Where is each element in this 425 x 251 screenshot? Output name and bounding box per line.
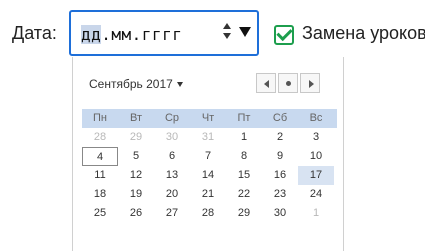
month-select-label: Сентябрь 2017 [89,77,173,91]
calendar-day[interactable]: 19 [118,185,154,204]
calendar-day[interactable]: 28 [190,204,226,223]
date-input-value: дд.мм.гггг [81,25,182,44]
calendar-day[interactable]: 30 [262,204,298,223]
calendar-week-row: 25 26 27 28 29 30 1 [82,204,337,223]
calendar-day[interactable]: 24 [298,185,334,204]
previous-month-button[interactable] [256,73,276,93]
weekday-header: Пт [237,112,251,124]
dot-icon [286,81,291,86]
calendar-day[interactable]: 25 [82,204,118,223]
calendar-day[interactable]: 1 [226,128,262,147]
calendar-day[interactable]: 11 [82,166,118,185]
calendar-day[interactable]: 6 [154,147,190,166]
weekday-header: Пн [93,112,107,124]
calendar-day[interactable]: 30 [154,128,190,147]
weekday-header: Вт [129,112,142,124]
calendar-day[interactable]: 8 [226,147,262,166]
chevron-down-icon [176,82,183,88]
date-input-day-segment[interactable]: дд [81,25,102,44]
calendar-day[interactable]: 9 [262,147,298,166]
calendar-popup: Сентябрь 2017 Пн Вт Ср Чт Пт Сб Вс 28 29… [72,57,344,251]
chevron-right-icon [309,80,314,88]
calendar-day[interactable]: 29 [226,204,262,223]
today-button[interactable] [278,73,298,93]
calendar-day[interactable]: 21 [190,185,226,204]
spin-down-icon[interactable] [223,33,231,39]
calendar-day[interactable]: 5 [118,147,154,166]
calendar-day[interactable]: 7 [190,147,226,166]
calendar-week-row: 4 5 6 7 8 9 10 [82,147,337,166]
calendar-day[interactable]: 16 [262,166,298,185]
calendar-day[interactable]: 15 [226,166,262,185]
calendar-header: Сентябрь 2017 [73,57,343,109]
calendar-day[interactable]: 10 [298,147,334,166]
calendar-day[interactable]: 2 [262,128,298,147]
calendar-day[interactable]: 28 [82,128,118,147]
spin-up-icon[interactable] [223,23,231,29]
weekday-header: Вс [309,112,323,124]
calendar-week-row: 18 19 20 21 22 23 24 [82,185,337,204]
date-input-rest: .мм.гггг [101,25,183,44]
calendar-day[interactable]: 12 [118,166,154,185]
calendar-day[interactable]: 23 [262,185,298,204]
replacement-lessons-checkbox[interactable] [274,24,294,45]
date-input[interactable]: дд.мм.гггг [69,10,259,56]
month-select[interactable]: Сентябрь 2017 [89,77,183,91]
calendar-day[interactable]: 13 [154,166,190,185]
calendar-dropdown-icon[interactable] [239,27,251,37]
calendar-grid: Пн Вт Ср Чт Пт Сб Вс 28 29 30 31 1 2 3 4… [82,109,337,246]
weekday-header: Чт [201,112,215,124]
calendar-day[interactable]: 18 [82,185,118,204]
calendar-day-highlighted[interactable]: 17 [298,166,334,185]
calendar-day[interactable]: 20 [154,185,190,204]
calendar-day[interactable]: 1 [298,204,334,223]
calendar-day[interactable]: 3 [298,128,334,147]
chevron-left-icon [264,80,269,88]
weekday-header: Ср [164,112,180,124]
next-month-button[interactable] [300,73,320,93]
calendar-bottom-fade [73,243,343,251]
date-label: Дата: [12,23,57,43]
calendar-day[interactable]: 27 [154,204,190,223]
weekday-header: Сб [272,112,288,124]
calendar-day[interactable]: 31 [190,128,226,147]
calendar-day[interactable]: 14 [190,166,226,185]
weekday-header-row: Пн Вт Ср Чт Пт Сб Вс [82,109,337,128]
calendar-week-row: 11 12 13 14 15 16 17 [82,166,337,185]
calendar-day[interactable]: 29 [118,128,154,147]
replacement-lessons-label[interactable]: Замена уроков [302,23,425,44]
calendar-day[interactable]: 22 [226,185,262,204]
calendar-day[interactable]: 26 [118,204,154,223]
calendar-day-today[interactable]: 4 [82,147,118,166]
calendar-week-row: 28 29 30 31 1 2 3 [82,128,337,147]
checkmark-icon [276,24,293,42]
date-spinner[interactable] [223,20,233,44]
